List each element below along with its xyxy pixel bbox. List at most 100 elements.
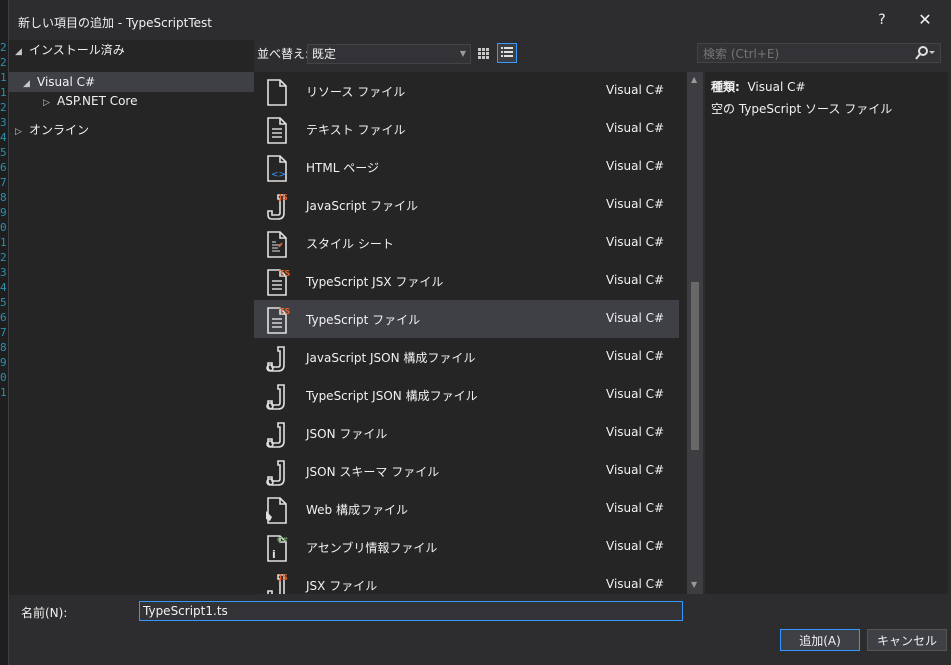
tree-item-label: ASP.NET Core <box>57 94 138 108</box>
template-item-name: JavaScript ファイル <box>306 199 418 213</box>
json-config-icon <box>262 381 292 411</box>
template-item-language: Visual C# <box>606 349 665 363</box>
template-list-item[interactable]: TS TypeScript JSX ファイル Visual C# <box>254 262 679 300</box>
collapsed-arrow-icon: ▷ <box>43 98 50 108</box>
assembly-info-icon: i C# <box>262 533 292 563</box>
tree-item-aspnet-core[interactable]: ▷ ASP.NET Core <box>43 91 137 111</box>
list-view-button[interactable] <box>497 43 517 63</box>
dialog-titlebar: 新しい項目の追加 - TypeScriptTest ? ✕ <box>9 0 951 40</box>
template-item-language: Visual C# <box>606 425 665 439</box>
name-label: 名前(N): <box>21 606 68 620</box>
template-item-language: Visual C# <box>606 121 665 135</box>
template-item-language: Visual C# <box>606 273 665 287</box>
json-schema-icon <box>262 457 292 487</box>
background-line-number: 2 <box>0 101 7 114</box>
typescript-file-icon: TS <box>262 305 292 335</box>
svg-text:i: i <box>272 548 276 561</box>
template-item-name: リソース ファイル <box>306 85 406 99</box>
html-page-icon: <> <box>262 153 292 183</box>
close-button[interactable]: ✕ <box>913 10 937 32</box>
template-list-item[interactable]: JSON スキーマ ファイル Visual C# <box>254 452 679 490</box>
help-button[interactable]: ? <box>875 12 889 28</box>
background-line-number: 2 <box>0 56 7 69</box>
background-line-number: 3 <box>0 266 7 279</box>
template-item-language: Visual C# <box>606 197 665 211</box>
resource-file-icon <box>262 77 292 107</box>
template-list-item[interactable]: テキスト ファイル Visual C# <box>254 110 679 148</box>
background-editor-strip: 2211234567890123456789012 <box>0 0 8 665</box>
background-line-number: 5 <box>0 146 7 159</box>
scroll-up-icon[interactable]: ▲ <box>691 75 697 84</box>
search-input[interactable] <box>698 44 915 64</box>
collapsed-arrow-icon: ▷ <box>15 127 22 137</box>
background-line-numbers: 2211234567890123456789012 <box>0 40 8 400</box>
tree-item-label: Visual C# <box>37 75 96 89</box>
javascript-file-icon: JS <box>262 191 292 221</box>
template-item-name: JSON スキーマ ファイル <box>306 465 440 479</box>
template-item-language: Visual C# <box>606 83 665 97</box>
template-list-item[interactable]: <> HTML ページ Visual C# <box>254 148 679 186</box>
details-type: 種類: Visual C# <box>711 78 806 95</box>
tree-item-installed[interactable]: ◢ インストール済み <box>15 40 125 60</box>
template-list-item[interactable]: JavaScript JSON 構成ファイル Visual C# <box>254 338 679 376</box>
background-line-number: 9 <box>0 356 7 369</box>
background-line-number: 2 <box>0 41 7 54</box>
tree-item-online[interactable]: ▷ オンライン <box>15 120 89 140</box>
template-list-item[interactable]: Web 構成ファイル Visual C# <box>254 490 679 528</box>
svg-text:TS: TS <box>279 307 290 316</box>
template-list-item[interactable]: スタイル シート Visual C# <box>254 224 679 262</box>
list-view-icon <box>501 47 513 57</box>
background-line-number: 1 <box>0 86 7 99</box>
template-list-scrollbar[interactable]: ▲ ▼ <box>687 72 703 594</box>
details-type-value: Visual C# <box>747 80 806 94</box>
template-list-item[interactable]: TypeScript JSON 構成ファイル Visual C# <box>254 376 679 414</box>
template-list-item[interactable]: i C# アセンブリ情報ファイル Visual C# <box>254 528 679 566</box>
background-line-number: 1 <box>0 236 7 249</box>
template-item-language: Visual C# <box>606 577 665 591</box>
svg-text:TS: TS <box>279 269 290 278</box>
background-line-number: 2 <box>0 251 7 264</box>
template-item-name: スタイル シート <box>306 237 394 251</box>
sort-dropdown-value: 既定 <box>312 47 337 61</box>
add-button[interactable]: 追加(A) <box>780 629 860 651</box>
template-item-name: JSX ファイル <box>306 579 378 593</box>
background-line-number: 4 <box>0 281 7 294</box>
scrollbar-thumb[interactable] <box>691 282 699 450</box>
details-type-label: 種類: <box>711 80 740 94</box>
template-category-tree: ◢ インストール済み ◢ Visual C# ▷ ASP.NET Core ▷ オンライ… <box>9 40 254 595</box>
search-icon[interactable] <box>914 45 936 64</box>
name-input[interactable] <box>139 601 683 621</box>
template-list-item[interactable]: JSON ファイル Visual C# <box>254 414 679 452</box>
svg-text:<>: <> <box>271 170 286 180</box>
svg-text:JS: JS <box>278 573 288 582</box>
template-list-item[interactable]: JS JSX ファイル Visual C# <box>254 566 679 594</box>
web-config-icon <box>262 495 292 525</box>
details-panel: 種類: Visual C# 空の TypeScript ソース ファイル <box>705 72 948 594</box>
background-line-number: 1 <box>0 71 7 84</box>
typescript-jsx-file-icon: TS <box>262 267 292 297</box>
template-list-item[interactable]: リソース ファイル Visual C# <box>254 72 679 110</box>
sort-dropdown[interactable]: 既定 ▼ <box>307 44 471 64</box>
dialog-title: 新しい項目の追加 - TypeScriptTest <box>18 16 212 30</box>
json-config-icon <box>262 343 292 373</box>
tree-item-label: インストール済み <box>29 43 125 57</box>
background-line-number: 0 <box>0 221 7 234</box>
template-list-item[interactable]: JS JavaScript ファイル Visual C# <box>254 186 679 224</box>
template-item-language: Visual C# <box>606 501 665 515</box>
search-box <box>697 43 941 64</box>
background-line-number: 1 <box>0 386 7 399</box>
grid-view-button[interactable] <box>473 43 493 63</box>
jsx-file-icon: JS <box>262 571 292 594</box>
background-line-number: 0 <box>0 371 7 384</box>
background-line-number: 7 <box>0 176 7 189</box>
template-list-item[interactable]: TS TypeScript ファイル Visual C# <box>254 300 679 338</box>
sort-label: 並べ替え: <box>257 47 310 61</box>
scroll-down-icon[interactable]: ▼ <box>691 580 697 589</box>
grid-view-icon <box>478 48 489 59</box>
chevron-down-icon: ▼ <box>459 49 466 58</box>
template-item-language: Visual C# <box>606 463 665 477</box>
tree-item-visual-csharp[interactable]: ◢ Visual C# <box>9 72 254 92</box>
template-list: リソース ファイル Visual C# テキスト ファイル Visual C# <> HT… <box>254 72 687 594</box>
background-line-number: 3 <box>0 116 7 129</box>
cancel-button[interactable]: キャンセル <box>867 629 947 651</box>
